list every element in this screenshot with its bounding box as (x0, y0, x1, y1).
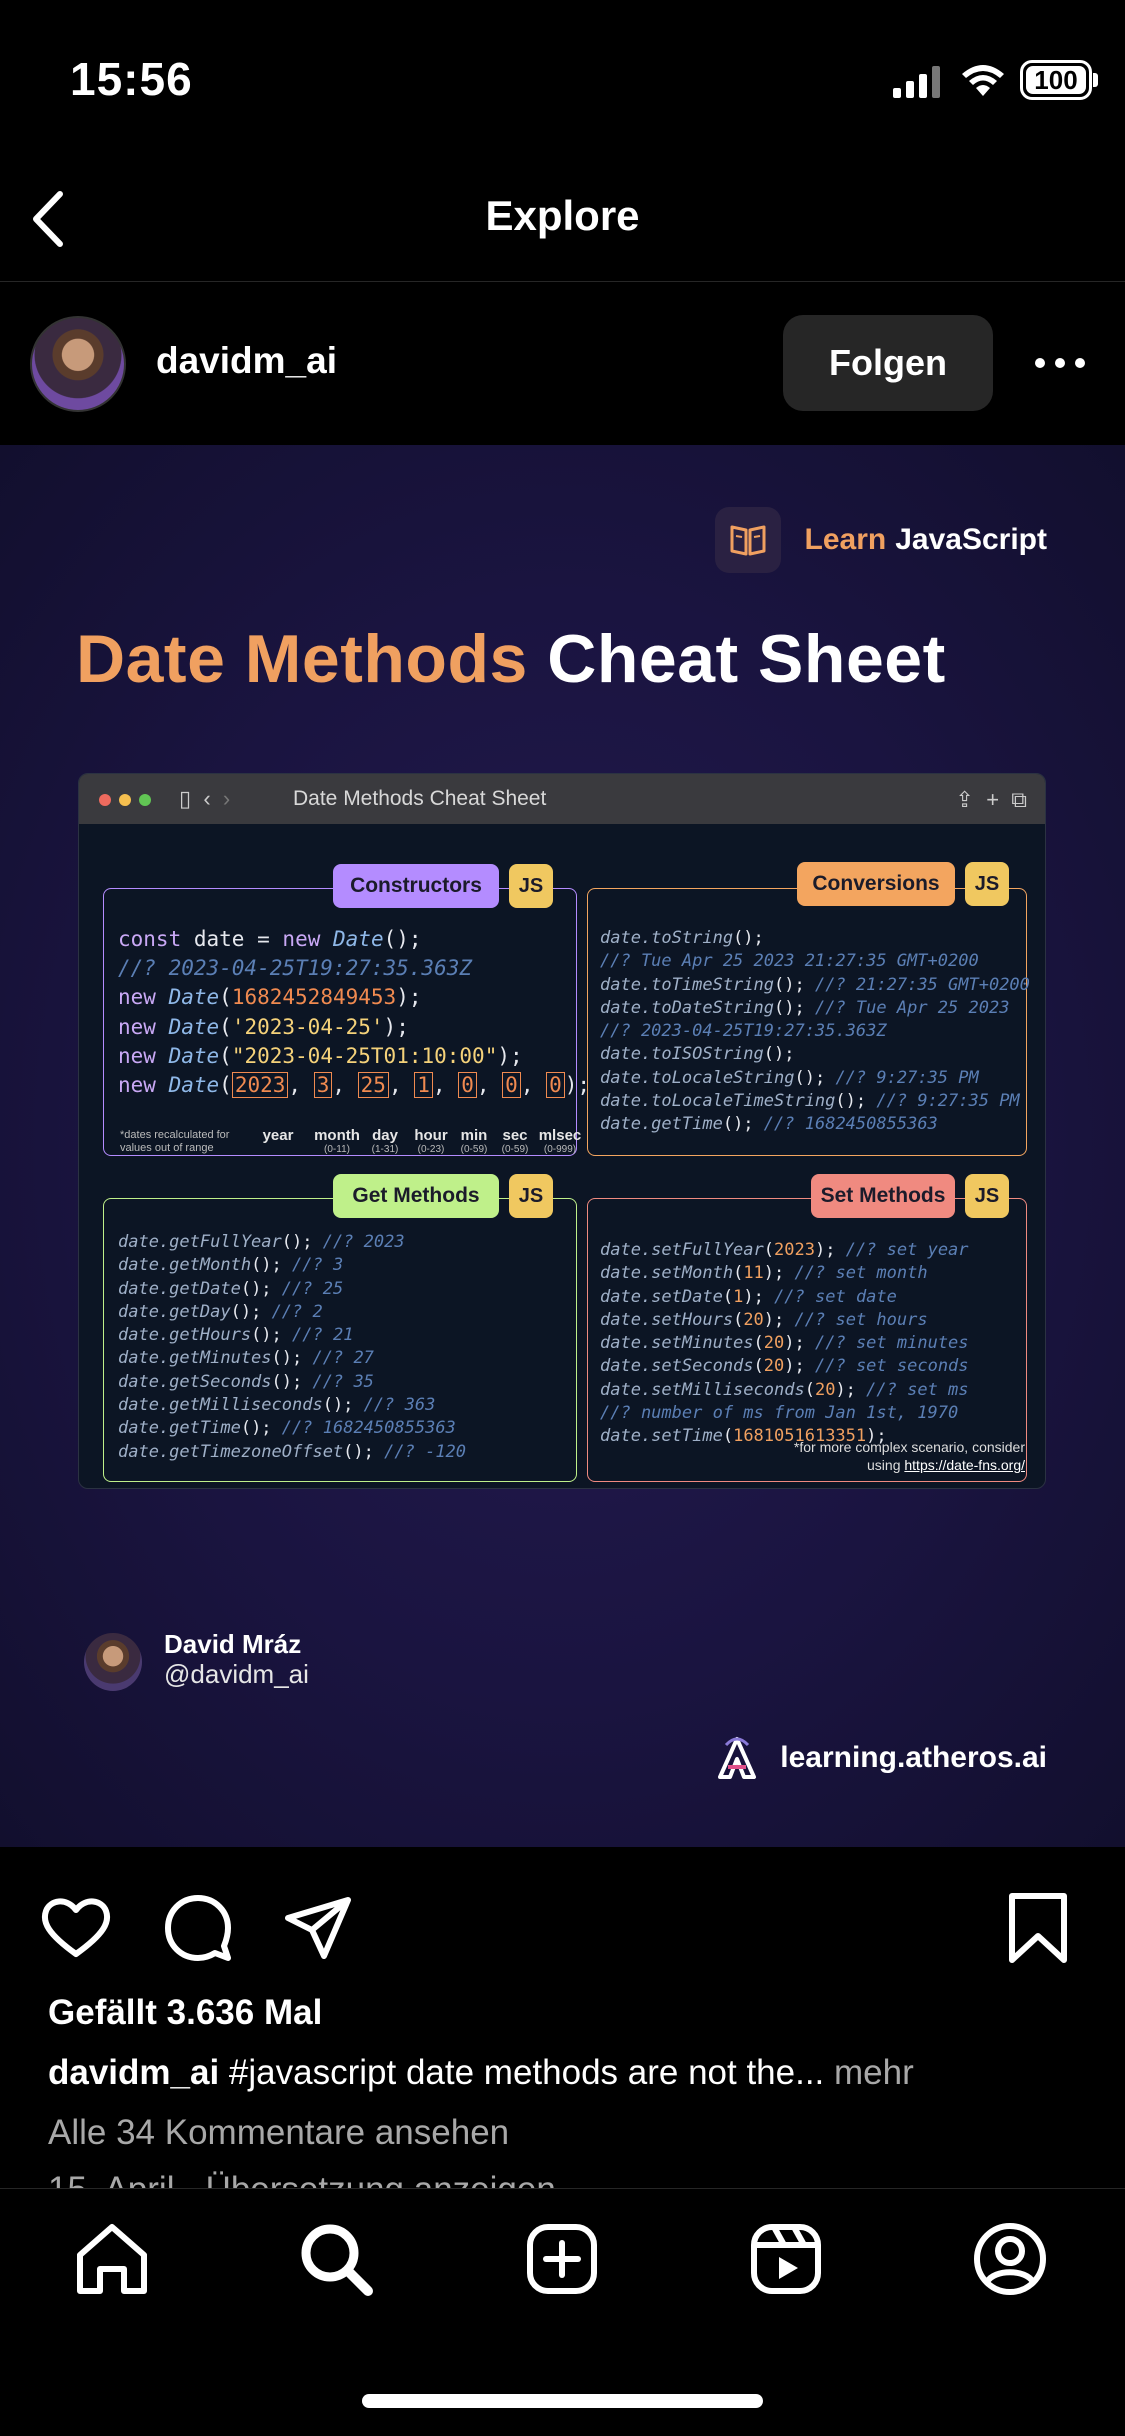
top-nav: Explore (0, 160, 1125, 282)
share-send-icon[interactable] (278, 1888, 358, 1968)
maximize-dot (139, 794, 151, 806)
more-options-icon[interactable] (1030, 343, 1090, 383)
book-icon (714, 507, 781, 573)
wifi-icon (962, 65, 1004, 96)
atheros-logo-icon (718, 1737, 757, 1779)
conversions-tag: Conversions (797, 862, 955, 906)
js-icon: JS (509, 864, 553, 908)
conversions-code: date.toString();//? Tue Apr 25 2023 21:2… (600, 928, 1030, 1135)
sidebar-nav-icons: ▯ ‹ › (179, 786, 231, 811)
status-bar: 15:56 100 (0, 0, 1125, 150)
set-methods-code: date.setFullYear(2023); //? set year date… (600, 1240, 969, 1447)
post-image[interactable]: Learn JavaScript Date Methods Cheat Shee… (0, 445, 1125, 1847)
sheet-footnote: *for more complex scenario, consider usi… (793, 1439, 1025, 1473)
post-header: davidm_ai Folgen (0, 283, 1125, 445)
get-methods-box: date.getFullYear(); //? 2023 date.getMont… (103, 1198, 577, 1482)
view-comments-link[interactable]: Alle 34 Kommentare ansehen (48, 2113, 509, 2153)
caption-text: #javascript date methods are not the... (219, 2053, 825, 2092)
sheet-title: Date Methods Cheat Sheet (76, 620, 946, 698)
search-icon[interactable] (296, 2219, 376, 2299)
learn-label: Learn (804, 523, 887, 556)
caption: davidm_ai #javascript date methods are n… (48, 2053, 914, 2093)
battery-level: 100 (1026, 66, 1086, 94)
site-name: learning.atheros.ai (780, 1741, 1047, 1774)
reels-icon[interactable] (746, 2219, 826, 2299)
author-name: David Mráz (164, 1629, 302, 1659)
home-indicator[interactable] (362, 2394, 763, 2408)
like-heart-icon[interactable] (36, 1888, 116, 1968)
title-rest: Cheat Sheet (547, 621, 946, 697)
date-fns-link: https://date-fns.org/ (904, 1457, 1025, 1473)
learn-js-badge: Learn JavaScript (714, 507, 1047, 573)
js-icon: JS (965, 1174, 1009, 1218)
follow-button[interactable]: Folgen (783, 315, 993, 411)
site-credit: learning.atheros.ai (716, 1735, 1047, 1781)
conversions-box: date.toString();//? Tue Apr 25 2023 21:2… (587, 888, 1030, 1156)
get-methods-tag: Get Methods (333, 1174, 499, 1218)
constructors-code: const date = new Date();//? 2023-04-25T1… (118, 927, 591, 1099)
caption-username[interactable]: davidm_ai (48, 2053, 219, 2092)
close-dot (99, 794, 111, 806)
battery-icon: 100 (1020, 60, 1098, 100)
home-icon[interactable] (72, 2219, 152, 2299)
cellular-signal-icon (893, 66, 940, 98)
post-actions: Gefällt 3.636 Mal davidm_ai #javascript … (0, 1848, 1125, 2200)
page-title: Explore (485, 192, 640, 239)
window-title: Date Methods Cheat Sheet (293, 787, 547, 810)
save-bookmark-icon[interactable] (998, 1888, 1078, 1968)
title-accent: Date Methods (76, 621, 528, 697)
js-icon: JS (965, 862, 1009, 906)
constructors-box: const date = new Date();//? 2023-04-25T1… (103, 888, 590, 1156)
comment-icon[interactable] (158, 1888, 238, 1968)
javascript-label: JavaScript (895, 523, 1047, 556)
window-titlebar: ▯ ‹ › Date Methods Cheat Sheet ⇪ + ⧉ (79, 774, 1045, 824)
js-icon: JS (509, 1174, 553, 1218)
profile-icon[interactable] (970, 2219, 1050, 2299)
constructors-footnote: *dates recalculated for values out of ra… (120, 1129, 230, 1154)
author-avatar (84, 1633, 142, 1691)
likes-count[interactable]: Gefällt 3.636 Mal (48, 1993, 322, 2033)
minimize-dot (119, 794, 131, 806)
author-handle: @davidm_ai (164, 1659, 309, 1689)
constructors-tag: Constructors (333, 864, 499, 908)
set-methods-tag: Set Methods (811, 1174, 955, 1218)
code-window: ▯ ‹ › Date Methods Cheat Sheet ⇪ + ⧉ con… (78, 773, 1046, 1489)
get-methods-code: date.getFullYear(); //? 2023 date.getMont… (118, 1232, 467, 1462)
post-username[interactable]: davidm_ai (156, 340, 337, 382)
caption-more-link[interactable]: mehr (824, 2053, 914, 2092)
avatar[interactable] (30, 316, 126, 412)
clock: 15:56 (70, 53, 193, 105)
share-add-tabs-icons: ⇪ + ⧉ (955, 787, 1027, 812)
create-post-icon[interactable] (522, 2219, 602, 2299)
